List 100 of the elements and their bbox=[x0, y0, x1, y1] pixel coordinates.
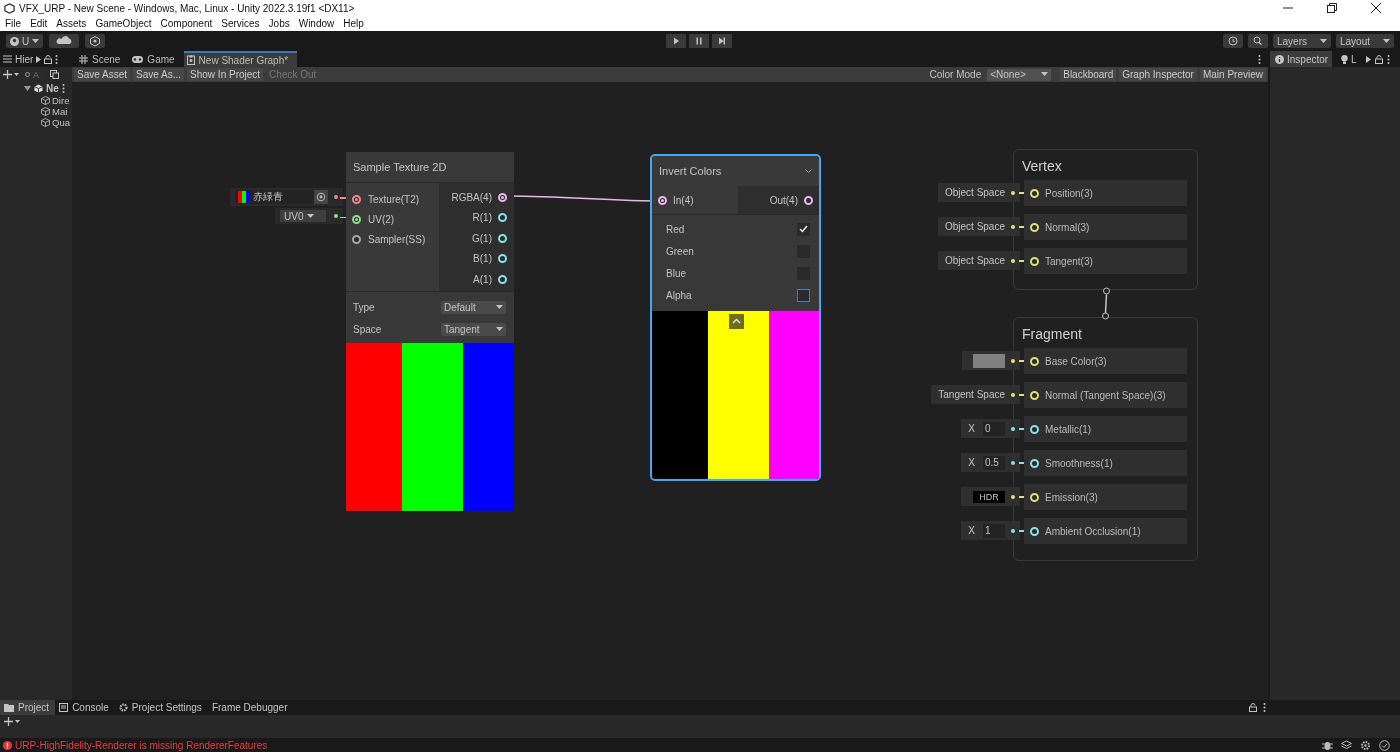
account-button[interactable]: U bbox=[6, 34, 44, 48]
port-icon[interactable] bbox=[1030, 256, 1039, 266]
setting-dropdown[interactable]: Tangent bbox=[441, 322, 506, 336]
port-icon[interactable] bbox=[498, 213, 507, 223]
layers-dropdown[interactable]: Layers bbox=[1273, 34, 1331, 48]
port-icon[interactable] bbox=[1030, 356, 1039, 366]
port-icon[interactable] bbox=[1030, 188, 1039, 198]
step-icon[interactable] bbox=[712, 34, 732, 48]
arrow-icon[interactable] bbox=[36, 55, 42, 63]
number-field[interactable]: X 0 bbox=[961, 419, 1020, 438]
menu-item[interactable]: Jobs bbox=[268, 18, 290, 29]
port-row[interactable]: Ambient Occlusion(1) bbox=[1024, 518, 1187, 544]
panel-tab[interactable]: Console bbox=[55, 700, 115, 716]
arrow-icon[interactable] bbox=[1365, 55, 1371, 63]
port-icon[interactable] bbox=[498, 254, 507, 264]
maximize-icon[interactable] bbox=[1327, 3, 1337, 13]
menu-item[interactable]: Assets bbox=[56, 18, 87, 29]
port-icon[interactable] bbox=[1030, 222, 1039, 232]
play-icon[interactable] bbox=[666, 34, 686, 48]
space-dropdown[interactable]: Object Space bbox=[937, 183, 1020, 202]
kebab-icon[interactable] bbox=[55, 54, 59, 64]
hierarchy-item[interactable]: Mai bbox=[52, 106, 68, 117]
view-tab[interactable]: Game bbox=[129, 51, 184, 67]
hierarchy-item[interactable]: Dire bbox=[52, 95, 70, 106]
panel-tab[interactable]: Inspector bbox=[1270, 51, 1332, 67]
stack-icon[interactable] bbox=[1341, 739, 1352, 751]
kebab-icon[interactable] bbox=[61, 84, 65, 93]
bug-icon[interactable] bbox=[1322, 739, 1333, 751]
port-row[interactable]: Smoothness(1) bbox=[1024, 450, 1187, 476]
collapse-icon[interactable] bbox=[729, 314, 744, 329]
port-icon[interactable] bbox=[1030, 492, 1039, 502]
add-icon[interactable] bbox=[4, 717, 20, 727]
menu-item[interactable]: Component bbox=[160, 18, 213, 29]
port-row[interactable]: Base Color(3) bbox=[1024, 348, 1187, 374]
chevron-down-icon[interactable] bbox=[805, 168, 812, 174]
port-icon[interactable] bbox=[352, 194, 361, 204]
panel-tab[interactable]: Project bbox=[0, 700, 56, 716]
port-icon[interactable] bbox=[352, 214, 361, 224]
port-row[interactable]: Normal(3) bbox=[1024, 214, 1187, 240]
kebab-icon[interactable] bbox=[1386, 54, 1390, 64]
port-icon[interactable] bbox=[1030, 390, 1039, 400]
menu-item[interactable]: Window bbox=[298, 18, 335, 29]
panel-tab[interactable]: Hier bbox=[15, 53, 34, 65]
scene-name[interactable]: Ne bbox=[46, 83, 59, 94]
view-tab[interactable]: Scene bbox=[76, 51, 130, 67]
collab-icon[interactable] bbox=[85, 34, 106, 48]
port-icon[interactable] bbox=[1030, 526, 1039, 536]
toolbar-button[interactable]: Save Asset bbox=[74, 68, 131, 81]
texture-field[interactable]: 赤緑青 bbox=[230, 188, 343, 206]
lock-icon[interactable] bbox=[44, 54, 53, 64]
target-icon[interactable] bbox=[314, 190, 328, 204]
menu-item[interactable]: Edit bbox=[30, 18, 48, 29]
port-icon[interactable] bbox=[1030, 424, 1039, 434]
setting-dropdown[interactable]: Default bbox=[441, 300, 506, 314]
toolbar-button[interactable]: Save As... bbox=[133, 68, 185, 81]
check-circle-icon[interactable] bbox=[1379, 739, 1390, 751]
toolbar-button[interactable]: Main Preview bbox=[1199, 68, 1266, 81]
port-icon[interactable] bbox=[804, 195, 813, 205]
space-dropdown[interactable]: Tangent Space bbox=[931, 385, 1020, 404]
view-tab[interactable]: New Shader Graph* bbox=[183, 51, 298, 67]
toolbar-button[interactable]: Blackboard bbox=[1060, 68, 1117, 81]
uv-dropdown[interactable]: UV0 bbox=[275, 208, 343, 224]
layout-dropdown[interactable]: Layout bbox=[1336, 34, 1394, 48]
color-mode-dropdown[interactable]: <None> bbox=[987, 68, 1052, 81]
menu-item[interactable]: Help bbox=[343, 18, 364, 29]
kebab-icon[interactable] bbox=[1263, 703, 1266, 713]
port-icon[interactable] bbox=[498, 274, 507, 284]
lock-icon[interactable] bbox=[1249, 703, 1257, 713]
menu-item[interactable]: File bbox=[5, 18, 22, 29]
port-row[interactable]: Position(3) bbox=[1024, 180, 1187, 206]
port-row[interactable]: Tangent(3) bbox=[1024, 248, 1187, 274]
hdr-color-field[interactable]: HDR bbox=[961, 487, 1020, 506]
menu-item[interactable]: Services bbox=[221, 18, 260, 29]
history-icon[interactable] bbox=[1223, 34, 1243, 48]
panel-tab[interactable]: Project Settings bbox=[114, 700, 208, 716]
port-row[interactable]: Metallic(1) bbox=[1024, 416, 1187, 442]
number-field[interactable]: X 0.5 bbox=[961, 453, 1020, 472]
menu-item[interactable]: GameObject bbox=[95, 18, 152, 29]
cloud-icon[interactable] bbox=[49, 34, 80, 48]
search-icon[interactable] bbox=[1248, 34, 1268, 48]
checkbox[interactable] bbox=[797, 222, 810, 236]
node-background[interactable]: Invert Colors In(4) Out(4) Red Green Blue Alpha bbox=[650, 154, 821, 481]
port-icon[interactable] bbox=[498, 192, 507, 202]
color-field[interactable] bbox=[962, 351, 1020, 370]
lock-icon[interactable] bbox=[1374, 54, 1383, 64]
checkbox[interactable] bbox=[797, 288, 810, 302]
port-icon[interactable] bbox=[1030, 458, 1039, 468]
kebab-icon[interactable] bbox=[1258, 54, 1261, 64]
port-row[interactable]: Normal (Tangent Space)(3) bbox=[1024, 382, 1187, 408]
pause-icon[interactable] bbox=[689, 34, 709, 48]
gear-icon[interactable] bbox=[1360, 739, 1371, 751]
add-icon[interactable] bbox=[3, 70, 19, 79]
space-dropdown[interactable]: Object Space bbox=[937, 251, 1020, 270]
port-icon[interactable] bbox=[352, 234, 361, 244]
expand-arrow-icon[interactable] bbox=[24, 86, 31, 91]
space-dropdown[interactable]: Object Space bbox=[937, 217, 1020, 236]
port-icon[interactable] bbox=[498, 233, 507, 243]
scene-icon[interactable] bbox=[50, 70, 59, 79]
port-row[interactable]: Emission(3) bbox=[1024, 484, 1187, 510]
close-icon[interactable] bbox=[1371, 3, 1381, 13]
